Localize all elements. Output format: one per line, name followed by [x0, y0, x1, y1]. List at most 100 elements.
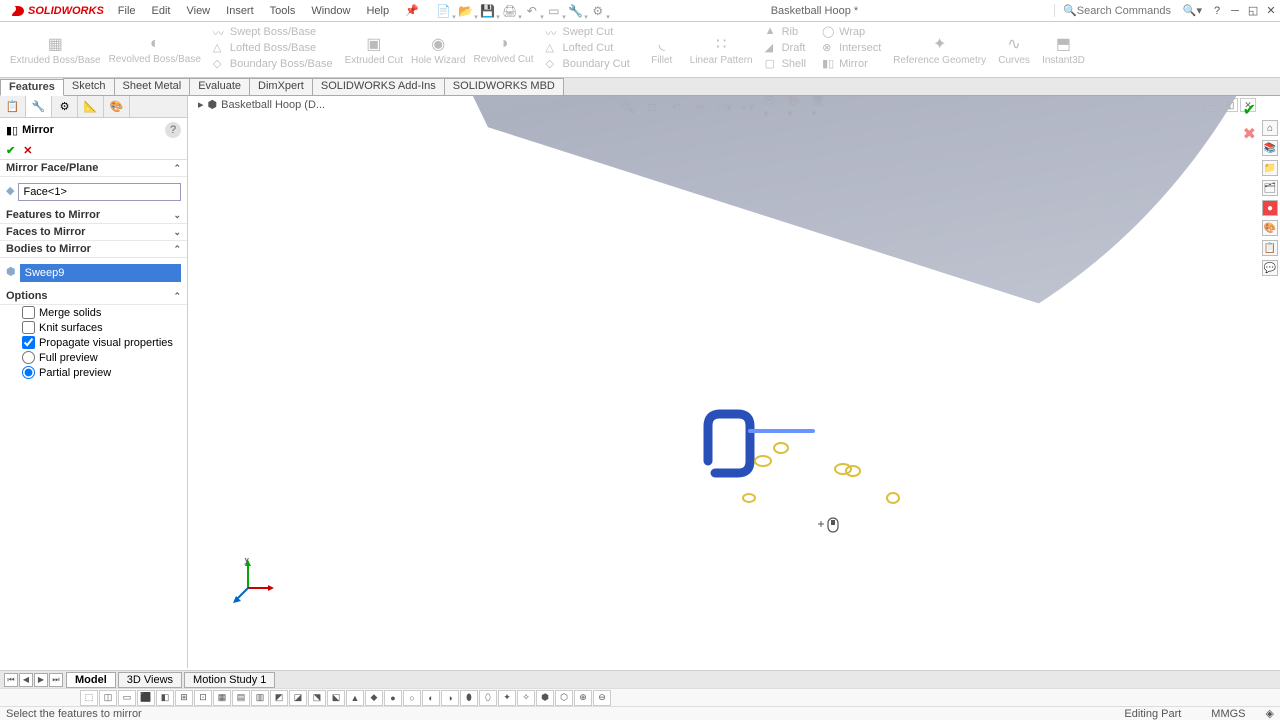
config-tab[interactable]: ⚙ — [52, 96, 78, 117]
menu-insert[interactable]: Insert — [218, 3, 262, 19]
menu-file[interactable]: File — [110, 3, 144, 19]
select-icon[interactable]: ▭ — [545, 2, 563, 20]
menu-view[interactable]: View — [178, 3, 218, 19]
restore-button[interactable]: ◱ — [1244, 3, 1262, 19]
sketch-tool-26[interactable]: ⬡ — [555, 690, 573, 706]
property-tab[interactable]: 🔧 — [26, 96, 52, 117]
tab-sheet-metal[interactable]: Sheet Metal — [114, 78, 191, 95]
lofted-cut-button[interactable]: △Lofted Cut — [542, 40, 634, 56]
view-palette-icon[interactable]: ● — [1262, 200, 1278, 216]
graphics-viewport[interactable]: ▸ ⬢ Basketball Hoop (D... 🔍 ⊡ ↶ ✂ ⬚▾ ◐▾ … — [188, 96, 1260, 668]
wrap-button[interactable]: ◯Wrap — [818, 24, 885, 40]
sketch-tool-23[interactable]: ✦ — [498, 690, 516, 706]
propagate-checkbox[interactable] — [22, 336, 35, 349]
linear-pattern-button[interactable]: ∷Linear Pattern — [686, 22, 757, 77]
menu-edit[interactable]: Edit — [144, 3, 179, 19]
sketch-tool-17[interactable]: ● — [384, 690, 402, 706]
dimxpert-tab[interactable]: 📐 — [78, 96, 104, 117]
sketch-tool-22[interactable]: ⬯ — [479, 690, 497, 706]
sketch-tool-15[interactable]: ▲ — [346, 690, 364, 706]
save-icon[interactable]: 💾 — [479, 2, 497, 20]
tab-addins[interactable]: SOLIDWORKS Add-Ins — [312, 78, 445, 95]
breadcrumb[interactable]: ▸ ⬢ Basketball Hoop (D... — [194, 96, 329, 113]
hole-wizard-button[interactable]: ◉Hole Wizard — [407, 22, 469, 77]
home-tab-icon[interactable]: ⌂ — [1262, 120, 1278, 136]
bodies-to-mirror-section[interactable]: Bodies to Mirror⌃ — [0, 241, 187, 258]
bodies-to-mirror-field[interactable]: Sweep9 — [20, 264, 181, 282]
knit-surfaces-checkbox[interactable] — [22, 321, 35, 334]
reference-geometry-button[interactable]: ✦Reference Geometry — [889, 22, 990, 77]
sketch-tool-24[interactable]: ✧ — [517, 690, 535, 706]
feature-tree-tab[interactable]: 📋 — [0, 96, 26, 117]
tab-evaluate[interactable]: Evaluate — [189, 78, 250, 95]
model-tab[interactable]: Model — [66, 672, 116, 688]
next-tab-button[interactable]: ▶ — [34, 673, 48, 687]
rebuild-icon[interactable]: 🔧 — [567, 2, 585, 20]
first-tab-button[interactable]: ⏮ — [4, 673, 18, 687]
new-icon[interactable]: 📄 — [435, 2, 453, 20]
sketch-tool-10[interactable]: ▥ — [251, 690, 269, 706]
full-preview-radio[interactable] — [22, 351, 35, 364]
intersect-button[interactable]: ⊗Intersect — [818, 40, 885, 56]
sketch-tool-2[interactable]: ◫ — [99, 690, 117, 706]
open-icon[interactable]: 📂 — [457, 2, 475, 20]
ok-button[interactable]: ✔ — [6, 144, 15, 157]
features-to-mirror-section[interactable]: Features to Mirror⌄ — [0, 207, 187, 224]
mirror-button[interactable]: ▮▯Mirror — [818, 56, 885, 72]
boundary-boss-button[interactable]: ◇Boundary Boss/Base — [209, 56, 337, 72]
fillet-button[interactable]: ◟Fillet — [638, 22, 686, 77]
sketch-tool-18[interactable]: ○ — [403, 690, 421, 706]
design-library-icon[interactable]: 📁 — [1262, 160, 1278, 176]
revolved-cut-button[interactable]: ◑Revolved Cut — [469, 22, 537, 77]
sketch-tool-4[interactable]: ⬛ — [137, 690, 155, 706]
sketch-tool-14[interactable]: ⬕ — [327, 690, 345, 706]
prev-tab-button[interactable]: ◀ — [19, 673, 33, 687]
menu-window[interactable]: Window — [303, 3, 358, 19]
swept-boss-button[interactable]: 〰Swept Boss/Base — [209, 24, 337, 40]
print-icon[interactable]: 🖨 — [501, 2, 519, 20]
appearances-icon[interactable]: 🎨 — [1262, 220, 1278, 236]
undo-icon[interactable]: ↶ — [523, 2, 541, 20]
extruded-boss-button[interactable]: ▦Extruded Boss/Base — [6, 22, 105, 77]
lofted-boss-button[interactable]: △Lofted Boss/Base — [209, 40, 337, 56]
confirm-ok-icon[interactable]: ✔ — [1243, 100, 1256, 120]
resources-tab-icon[interactable]: 📚 — [1262, 140, 1278, 156]
last-tab-button[interactable]: ⏭ — [49, 673, 63, 687]
sketch-tool-13[interactable]: ⬔ — [308, 690, 326, 706]
sketch-tool-28[interactable]: ⊖ — [593, 690, 611, 706]
status-custom-icon[interactable]: ◈ — [1266, 707, 1274, 720]
sketch-tool-8[interactable]: ▦ — [213, 690, 231, 706]
swept-cut-button[interactable]: 〰Swept Cut — [542, 24, 634, 40]
curves-button[interactable]: ∿Curves — [990, 22, 1038, 77]
sketch-tool-21[interactable]: ⬮ — [460, 690, 478, 706]
options-icon[interactable]: ⚙ — [589, 2, 607, 20]
minimize-button[interactable]: ─ — [1226, 3, 1244, 19]
status-units[interactable]: MMGS — [1211, 708, 1245, 720]
boundary-cut-button[interactable]: ◇Boundary Cut — [542, 56, 634, 72]
sketch-tool-20[interactable]: ◑ — [441, 690, 459, 706]
rib-button[interactable]: ▲Rib — [761, 24, 810, 40]
propmgr-help-icon[interactable]: ? — [165, 122, 181, 138]
shell-button[interactable]: ▢Shell — [761, 56, 810, 72]
search-input[interactable] — [1077, 5, 1177, 17]
merge-solids-checkbox[interactable] — [22, 306, 35, 319]
motion-study-tab[interactable]: Motion Study 1 — [184, 672, 275, 688]
view-triad[interactable]: y — [228, 558, 278, 608]
cancel-button[interactable]: ✕ — [23, 144, 32, 157]
forum-icon[interactable]: 💬 — [1262, 260, 1278, 276]
sketch-tool-12[interactable]: ◪ — [289, 690, 307, 706]
sketch-tool-25[interactable]: ⬢ — [536, 690, 554, 706]
3d-views-tab[interactable]: 3D Views — [118, 672, 182, 688]
sketch-tool-9[interactable]: ▤ — [232, 690, 250, 706]
expand-icon[interactable]: ▸ — [198, 98, 204, 111]
mirror-face-field[interactable]: Face<1> — [18, 183, 181, 201]
tab-dimxpert[interactable]: DimXpert — [249, 78, 313, 95]
display-tab[interactable]: 🎨 — [104, 96, 130, 117]
sketch-tool-3[interactable]: ▭ — [118, 690, 136, 706]
search-dropdown-icon[interactable]: 🔍▾ — [1177, 4, 1208, 17]
sketch-tool-6[interactable]: ⊞ — [175, 690, 193, 706]
sketch-tool-16[interactable]: ◆ — [365, 690, 383, 706]
instant3d-button[interactable]: ⬒Instant3D — [1038, 22, 1089, 77]
close-button[interactable]: ✕ — [1262, 3, 1280, 19]
sketch-tool-19[interactable]: ◐ — [422, 690, 440, 706]
